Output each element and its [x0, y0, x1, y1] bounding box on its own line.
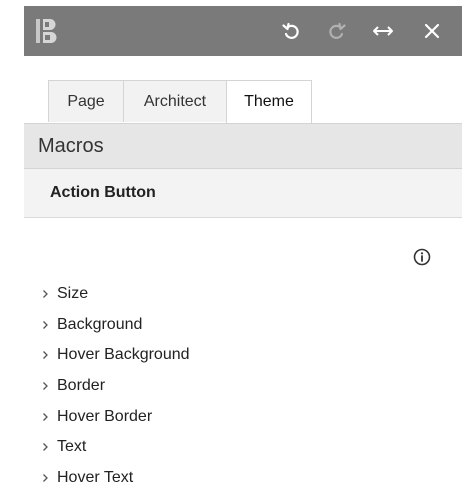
redo-button[interactable] — [325, 19, 349, 43]
property-label: Background — [57, 315, 143, 333]
redo-icon — [328, 22, 346, 40]
section-title-text: Macros — [38, 134, 104, 157]
property-hover-border[interactable]: Hover Border — [40, 401, 190, 432]
property-size[interactable]: Size — [40, 279, 190, 310]
close-button[interactable] — [420, 19, 444, 43]
chevron-right-icon — [40, 381, 50, 391]
chevron-right-icon — [40, 412, 50, 422]
property-label: Hover Text — [57, 468, 134, 486]
tab-label: Architect — [143, 92, 207, 110]
tab-architect[interactable]: Architect — [123, 80, 227, 122]
tab-label: Theme — [244, 93, 294, 110]
obscured-text-fragment — [44, 56, 324, 62]
property-border[interactable]: Border — [40, 371, 190, 402]
property-label: Text — [57, 438, 87, 456]
property-list: Size Background Hover Background Border … — [40, 279, 190, 493]
section-subtitle-text: Action Button — [50, 184, 156, 201]
close-icon — [424, 23, 440, 39]
expand-width-button[interactable] — [371, 19, 395, 43]
builder-logo-icon — [36, 18, 58, 44]
property-label: Hover Background — [57, 346, 190, 364]
property-label: Hover Border — [57, 407, 153, 425]
property-label: Size — [57, 285, 89, 303]
tab-page[interactable]: Page — [48, 80, 124, 122]
top-toolbar — [24, 6, 462, 56]
tab-label: Page — [67, 92, 105, 110]
undo-button[interactable] — [279, 19, 303, 43]
tab-bar: Page Architect Theme — [48, 80, 312, 123]
chevron-right-icon — [40, 473, 50, 483]
horizontal-arrows-icon — [372, 24, 394, 38]
info-icon[interactable] — [413, 248, 431, 266]
tab-theme[interactable]: Theme — [226, 80, 312, 123]
chevron-right-icon — [40, 350, 50, 360]
property-text[interactable]: Text — [40, 432, 190, 463]
property-hover-background[interactable]: Hover Background — [40, 340, 190, 371]
property-label: Border — [57, 377, 106, 395]
undo-icon — [282, 22, 300, 40]
section-subtitle: Action Button — [24, 169, 462, 218]
chevron-right-icon — [40, 289, 50, 299]
property-hover-text[interactable]: Hover Text — [40, 463, 190, 493]
property-background[interactable]: Background — [40, 310, 190, 341]
section-title: Macros — [24, 123, 462, 169]
chevron-right-icon — [40, 320, 50, 330]
chevron-right-icon — [40, 442, 50, 452]
